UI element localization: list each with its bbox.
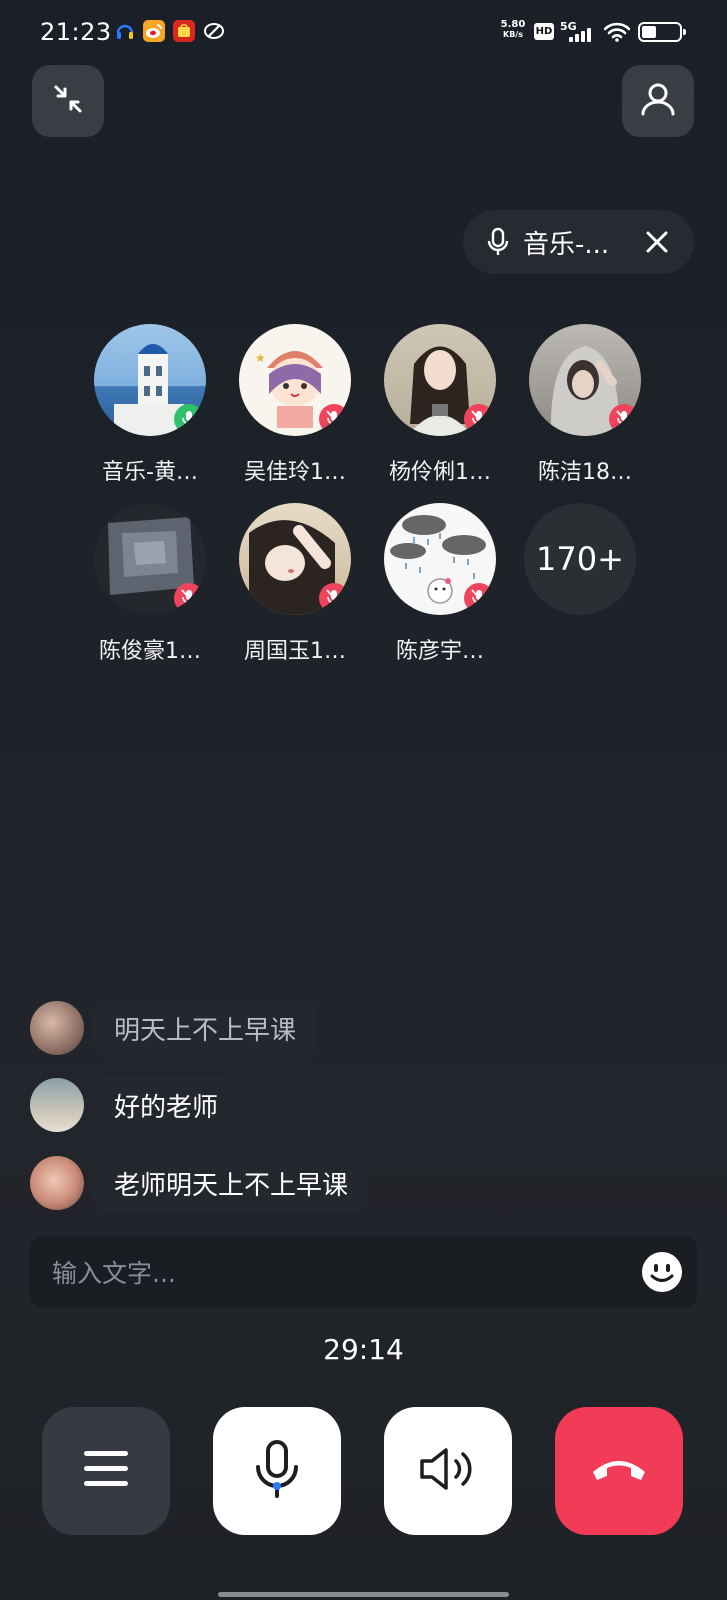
avatar bbox=[529, 324, 641, 436]
participant-tile[interactable]: 音乐-黄… bbox=[89, 324, 211, 486]
participant-name: 陈俊豪1… bbox=[99, 639, 201, 664]
person-icon bbox=[639, 80, 677, 122]
network-speed: 5.80 KB/s bbox=[498, 20, 528, 40]
participant-name: 陈彦宇… bbox=[395, 639, 484, 664]
home-indicator[interactable] bbox=[218, 1592, 509, 1597]
participant-tile[interactable]: 陈洁18… bbox=[524, 324, 646, 486]
status-time: 21:23 bbox=[40, 18, 112, 46]
weibo-app-icon bbox=[143, 20, 165, 42]
orbit-app-icon bbox=[203, 20, 225, 42]
menu-button[interactable] bbox=[42, 1407, 170, 1535]
microphone-icon bbox=[254, 1439, 300, 1503]
hang-up-icon bbox=[589, 1454, 649, 1488]
network-speed-unit: KB/s bbox=[503, 30, 523, 39]
mic-on-icon bbox=[174, 404, 204, 434]
chat-message: 好的老师 bbox=[30, 1076, 239, 1134]
avatar bbox=[30, 1156, 84, 1210]
call-duration: 29:14 bbox=[323, 1333, 404, 1366]
wifi-icon bbox=[603, 22, 631, 46]
signal-icon bbox=[569, 26, 591, 42]
chat-message: 老师明天上不上早课 bbox=[30, 1154, 369, 1212]
mic-muted-icon bbox=[609, 404, 639, 434]
battery-icon bbox=[638, 22, 686, 42]
mic-muted-icon bbox=[319, 583, 349, 613]
chat-bubble: 明天上不上早课 bbox=[94, 999, 317, 1057]
emoji-icon[interactable] bbox=[641, 1251, 683, 1293]
speaker-button[interactable] bbox=[384, 1407, 512, 1535]
participant-name: 周国玉1… bbox=[244, 639, 346, 664]
shopping-app-icon bbox=[173, 20, 195, 42]
close-icon[interactable] bbox=[646, 231, 668, 253]
hd-badge: HD bbox=[534, 23, 554, 40]
participant-tile[interactable]: 陈俊豪1… bbox=[89, 503, 211, 665]
microphone-icon bbox=[487, 227, 509, 257]
chat-message: 明天上不上早课 bbox=[30, 999, 317, 1057]
avatar bbox=[384, 324, 496, 436]
members-button[interactable] bbox=[622, 65, 694, 137]
mic-muted-icon bbox=[174, 583, 204, 613]
mic-muted-icon bbox=[464, 583, 494, 613]
avatar: ★ bbox=[239, 324, 351, 436]
participant-tile[interactable]: 杨伶俐1… bbox=[379, 324, 501, 486]
chat-bubble: 老师明天上不上早课 bbox=[94, 1154, 369, 1212]
microphone-button[interactable] bbox=[213, 1407, 341, 1535]
avatar bbox=[239, 503, 351, 615]
collapse-arrows-icon bbox=[51, 82, 85, 120]
menu-icon bbox=[82, 1449, 130, 1493]
mic-muted-icon bbox=[319, 404, 349, 434]
chat-bubble: 好的老师 bbox=[94, 1076, 239, 1134]
participant-tile[interactable]: ★ 吴佳玲1… bbox=[234, 324, 356, 486]
chat-input-placeholder: 输入文字... bbox=[52, 1259, 176, 1288]
participant-name: 音乐-黄… bbox=[102, 460, 198, 485]
speaker-icon bbox=[418, 1446, 478, 1496]
avatar bbox=[384, 503, 496, 615]
avatar bbox=[94, 503, 206, 615]
active-speaker-pill[interactable]: 音乐-... bbox=[463, 210, 694, 274]
participant-name: 陈洁18… bbox=[538, 460, 632, 485]
participant-name: 杨伶俐1… bbox=[389, 460, 491, 485]
avatar bbox=[30, 1078, 84, 1132]
participant-tile[interactable]: 陈彦宇… bbox=[379, 503, 501, 665]
more-participants-count: 170+ bbox=[524, 503, 636, 615]
active-speaker-label: 音乐-... bbox=[523, 229, 610, 260]
svg-text:★: ★ bbox=[255, 351, 266, 365]
avatar bbox=[30, 1001, 84, 1055]
participant-name: 吴佳玲1… bbox=[244, 460, 346, 485]
mic-muted-icon bbox=[464, 404, 494, 434]
chat-input[interactable]: 输入文字... bbox=[30, 1236, 697, 1308]
minimize-button[interactable] bbox=[32, 65, 104, 137]
hang-up-button[interactable] bbox=[555, 1407, 683, 1535]
avatar bbox=[94, 324, 206, 436]
network-speed-value: 5.80 bbox=[500, 19, 526, 30]
headset-app-icon bbox=[114, 20, 136, 42]
more-participants-button[interactable]: 170+ bbox=[524, 503, 646, 615]
participant-tile[interactable]: 周国玉1… bbox=[234, 503, 356, 665]
